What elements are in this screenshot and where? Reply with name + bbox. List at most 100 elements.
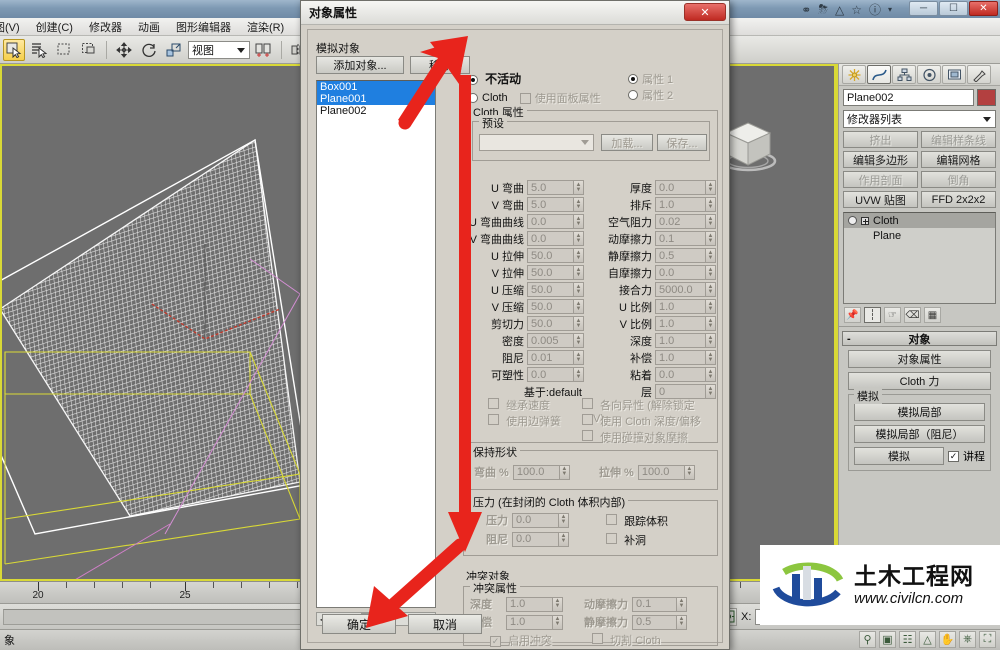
- param-value[interactable]: 50.0: [527, 265, 573, 280]
- wrench-icon[interactable]: ⛈: [818, 2, 828, 17]
- zoom-icon[interactable]: ⚲: [859, 631, 876, 648]
- list-item[interactable]: Box001: [317, 81, 435, 93]
- param-value[interactable]: 1.0: [655, 197, 705, 212]
- cancel-button[interactable]: 取消: [408, 614, 482, 634]
- modifier-button-bevel-profile[interactable]: 作用剖面: [843, 171, 918, 188]
- select-rotate-icon[interactable]: [138, 39, 160, 61]
- spinner-buttons[interactable]: ▲ ▼: [573, 333, 584, 348]
- pan-icon[interactable]: ✋: [939, 631, 956, 648]
- param-value[interactable]: 50.0: [527, 316, 573, 331]
- maximize-button[interactable]: ☐: [939, 1, 968, 16]
- dialog-close-button[interactable]: ✕: [684, 3, 726, 21]
- spinner-buttons[interactable]: ▲ ▼: [705, 214, 716, 229]
- help-icon[interactable]: ⓘ: [869, 1, 881, 18]
- spinner-buttons[interactable]: ▲ ▼: [683, 464, 695, 480]
- modifier-button-extrude[interactable]: 挤出: [843, 131, 918, 148]
- param-value[interactable]: 50.0: [527, 248, 573, 263]
- orbit-icon[interactable]: ⎈: [959, 631, 976, 648]
- expand-icon[interactable]: [861, 216, 869, 225]
- modifier-button-uvw-map[interactable]: UVW 贴图: [843, 191, 918, 208]
- spinner-buttons[interactable]: ▲ ▼: [573, 350, 584, 365]
- configure-sets-icon[interactable]: ▦: [924, 307, 941, 323]
- pressure-damping-value[interactable]: 0.0: [512, 531, 558, 547]
- zoom-all-icon[interactable]: ▣: [879, 631, 896, 648]
- spinner-buttons[interactable]: ▲ ▼: [705, 350, 716, 365]
- menu-item-graph-editors[interactable]: 图形编辑器: [168, 18, 239, 36]
- chevron-down-icon[interactable]: ▾: [888, 5, 892, 14]
- show-end-result-icon[interactable]: ┆: [864, 307, 881, 323]
- enable-collision-row[interactable]: ✓ 启用冲突: [490, 632, 552, 648]
- use-edge-springs-checkbox[interactable]: [488, 414, 499, 425]
- param-spinner[interactable]: 0.1 ▲ ▼: [655, 231, 716, 246]
- spinner-buttons[interactable]: ▲ ▼: [573, 180, 584, 195]
- cloth-radio[interactable]: [468, 93, 478, 103]
- modifier-list-dropdown[interactable]: 修改器列表: [843, 110, 996, 128]
- remove-modifier-icon[interactable]: ⌫: [904, 307, 921, 323]
- select-by-name-icon[interactable]: [28, 39, 50, 61]
- motion-tab[interactable]: [917, 65, 941, 84]
- param-value[interactable]: 1.0: [655, 316, 705, 331]
- spinner-buttons[interactable]: ▲ ▼: [705, 231, 716, 246]
- param-value[interactable]: 1.0: [655, 350, 705, 365]
- track-volume-row[interactable]: 跟踪体积: [606, 513, 668, 529]
- cloth-checkbox-left-1[interactable]: 继承速度: [488, 397, 550, 413]
- stretch-percent-spinner[interactable]: 100.0 ▲ ▼: [637, 464, 695, 480]
- pressure-spinner[interactable]: 0.0 ▲ ▼: [512, 512, 569, 528]
- param-spinner[interactable]: 50.0 ▲ ▼: [527, 282, 584, 297]
- spinner-buttons[interactable]: ▲ ▼: [705, 316, 716, 331]
- rectangular-select-icon[interactable]: [53, 39, 75, 61]
- param-spinner[interactable]: 5.0 ▲ ▼: [527, 180, 584, 195]
- spinner-buttons[interactable]: ▲ ▼: [558, 531, 569, 547]
- param-value[interactable]: 1.0: [655, 299, 705, 314]
- menu-item-modifiers[interactable]: 修改器: [81, 18, 130, 36]
- pressure-value[interactable]: 0.0: [512, 512, 558, 528]
- spinner-buttons[interactable]: ▲ ▼: [705, 248, 716, 263]
- pin-stack-icon[interactable]: 📌: [844, 307, 861, 323]
- load-preset-button[interactable]: 加载...: [601, 134, 653, 151]
- pressure-damping-spinner[interactable]: 0.0 ▲ ▼: [512, 531, 569, 547]
- preset-combo[interactable]: [479, 134, 594, 151]
- spinner-buttons[interactable]: ▲ ▼: [705, 282, 716, 297]
- object-rollout-header[interactable]: - 对象: [842, 331, 997, 346]
- select-object-icon[interactable]: [3, 38, 25, 61]
- inherit-velocity-checkbox[interactable]: [488, 398, 499, 409]
- menu-item-rendering[interactable]: 渲染(R): [239, 18, 292, 36]
- sim-objects-list[interactable]: Box001 Plane001 Plane002: [316, 80, 436, 608]
- bend-percent-spinner[interactable]: 100.0 ▲ ▼: [512, 464, 570, 480]
- cut-cloth-row[interactable]: 切割 Cloth: [592, 632, 661, 648]
- cut-cloth-checkbox[interactable]: [592, 633, 603, 644]
- inactive-radio[interactable]: [468, 75, 478, 86]
- param-value[interactable]: 0.0: [527, 214, 573, 229]
- hierarchy-tab[interactable]: [892, 65, 916, 84]
- param-spinner[interactable]: 0.0 ▲ ▼: [655, 265, 716, 280]
- add-objects-button[interactable]: 添加对象...: [316, 56, 404, 74]
- collapse-icon[interactable]: -: [847, 333, 851, 345]
- param-value[interactable]: 0.1: [655, 231, 705, 246]
- simulate-local-button[interactable]: 模拟局部: [854, 403, 985, 421]
- param-spinner[interactable]: 1.0 ▲ ▼: [655, 299, 716, 314]
- list-item[interactable]: Plane002: [317, 105, 435, 117]
- param-value[interactable]: 50.0: [527, 282, 573, 297]
- remove-button[interactable]: 移除: [410, 56, 470, 74]
- param-spinner[interactable]: 5000.0 ▲ ▼: [655, 282, 716, 297]
- use-panel-props-checkbox[interactable]: [519, 92, 531, 104]
- spinner-buttons[interactable]: ▲ ▼: [705, 265, 716, 280]
- anisotropic-checkbox[interactable]: [582, 398, 593, 409]
- spinner-buttons[interactable]: ▲ ▼: [573, 316, 584, 331]
- spinner-buttons[interactable]: ▲ ▼: [705, 180, 716, 195]
- param-value[interactable]: 0.0: [527, 231, 573, 246]
- modify-tab[interactable]: [867, 65, 891, 84]
- property-set-1-row[interactable]: 属性 1: [628, 71, 673, 87]
- spinner-buttons[interactable]: ▲ ▼: [676, 596, 687, 612]
- spinner-buttons[interactable]: ▲ ▼: [573, 248, 584, 263]
- spinner-buttons[interactable]: ▲ ▼: [705, 299, 716, 314]
- ok-button[interactable]: 确定: [322, 614, 396, 634]
- param-spinner[interactable]: 0.5 ▲ ▼: [655, 248, 716, 263]
- patch-holes-checkbox[interactable]: [606, 533, 617, 544]
- param-spinner[interactable]: 0.0 ▲ ▼: [527, 367, 584, 382]
- select-move-icon[interactable]: [113, 39, 135, 61]
- param-spinner[interactable]: 0.0 ▲ ▼: [527, 231, 584, 246]
- menu-item-view[interactable]: 图(V): [0, 18, 28, 36]
- param-value[interactable]: 0.02: [655, 214, 705, 229]
- param-value[interactable]: 5.0: [527, 180, 573, 195]
